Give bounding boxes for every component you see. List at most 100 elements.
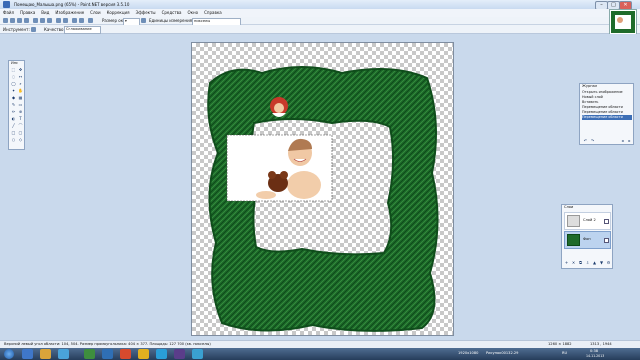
brush-icon[interactable]: ✎ [11, 102, 16, 107]
print-icon[interactable] [24, 18, 29, 23]
deselect-icon[interactable] [63, 18, 68, 23]
delete-layer-icon[interactable]: ✕ [571, 260, 576, 265]
step-back-icon[interactable]: ◂ [620, 138, 625, 143]
zoom-icon[interactable]: ⌕ [18, 81, 23, 86]
clone-icon[interactable]: ⊕ [18, 109, 23, 114]
pan-icon[interactable]: ✋ [18, 88, 23, 93]
undo-history-icon[interactable]: ↶ [583, 138, 588, 143]
paste-icon[interactable] [47, 18, 52, 23]
step-forward-icon[interactable]: ▸ [627, 138, 632, 143]
new-icon[interactable] [3, 18, 8, 23]
menu-window[interactable]: Окно [184, 9, 201, 17]
copy-icon[interactable] [40, 18, 45, 23]
save-icon[interactable] [17, 18, 22, 23]
quality-dropdown[interactable]: Сглаживание [64, 26, 101, 34]
gradient-icon[interactable]: ▦ [18, 95, 23, 100]
magic-wand-icon[interactable]: ✦ [11, 88, 16, 93]
history-item-selected[interactable]: Перемещение области [582, 115, 632, 120]
taskbar-chrome-icon[interactable] [138, 349, 149, 359]
line-icon[interactable]: ╱ [11, 123, 16, 128]
move-selection-icon[interactable]: ✥ [18, 67, 23, 72]
window-title: Помещаю_Малыша.png (65%) - Paint.NET вер… [14, 2, 130, 7]
app-icon [3, 1, 10, 8]
units-label: Единицы измерения: [149, 18, 194, 23]
taskbar-explorer-icon[interactable] [40, 349, 51, 359]
history-panel: Журнал Открыть изображение Новый слой Вс… [579, 83, 634, 145]
lasso-icon[interactable]: ◌ [11, 74, 16, 79]
rectangle-select-icon[interactable]: ⬚ [11, 67, 16, 72]
menu-help[interactable]: Справка [201, 9, 225, 17]
merge-layer-icon[interactable]: ⇩ [585, 260, 590, 265]
menu-layers[interactable]: Слои [87, 9, 103, 17]
add-layer-icon[interactable]: + [564, 260, 569, 265]
menu-adjustments[interactable]: Коррекция [104, 9, 133, 17]
paint-bucket-icon[interactable]: ◆ [11, 95, 16, 100]
redo-icon[interactable] [79, 18, 84, 23]
undo-icon[interactable] [72, 18, 77, 23]
taskbar-word-icon[interactable] [102, 349, 113, 359]
layer-down-icon[interactable]: ▼ [599, 260, 604, 265]
taskbar-player-icon[interactable] [174, 349, 185, 359]
open-icon[interactable] [10, 18, 15, 23]
quality-label: Качество: [44, 27, 65, 32]
menu-effects[interactable]: Эффекты [133, 9, 159, 17]
taskbar: 1920x1080 Рисунок00132.29 RU 0:38 14.11.… [0, 348, 640, 360]
eraser-icon[interactable]: ▭ [18, 102, 23, 107]
grid-icon[interactable] [88, 18, 93, 23]
layer-row-selected[interactable]: Фон [564, 231, 611, 249]
layers-panel-title: Слои [564, 205, 574, 209]
menu-view[interactable]: Вид [38, 9, 52, 17]
image-thumbnail[interactable] [609, 9, 637, 35]
canvas-artwork [207, 66, 439, 332]
rounded-rect-icon[interactable]: ▢ [18, 130, 23, 135]
status-bar: Верхний левый угол области: 104, 504. Ра… [0, 340, 640, 348]
taskbar-torrent-icon[interactable] [84, 349, 95, 359]
tools-panel: Инс ⬚ ✥ ◌ ↔ ◯ ⌕ ✦ ✋ ◆ ▦ ✎ ▭ ✏ ⊕ ◐ T ╱ ⌒ … [8, 60, 25, 150]
menu-image[interactable]: Изображение [52, 9, 87, 17]
taskbar-media-icon[interactable] [58, 349, 69, 359]
cursor-position: 1313 , 1944 [590, 342, 612, 346]
layer-up-icon[interactable]: ▲ [592, 260, 597, 265]
ruler-icon[interactable] [141, 18, 146, 23]
menu-file[interactable]: Файл [0, 9, 17, 17]
menu-edit[interactable]: Правка [17, 9, 38, 17]
taskbar-skype-icon[interactable] [156, 349, 167, 359]
taskbar-item-1[interactable]: 1920x1080 [458, 351, 478, 355]
language-indicator[interactable]: RU [562, 351, 567, 355]
rectangle-icon[interactable]: □ [11, 130, 16, 135]
cut-icon[interactable] [33, 18, 38, 23]
menu-bar: Файл Правка Вид Изображение Слои Коррекция Эфф… [0, 9, 640, 17]
layer-thumbnail [567, 234, 580, 246]
freeform-icon[interactable]: ◇ [18, 137, 23, 142]
taskbar-paintnet-icon[interactable] [192, 349, 203, 359]
title-bar: Помещаю_Малыша.png (65%) - Paint.NET вер… [0, 0, 640, 10]
redo-history-icon[interactable]: ↷ [590, 138, 595, 143]
taskbar-item-2[interactable]: Рисунок00132.29 [486, 351, 518, 355]
move-icon[interactable]: ↔ [18, 74, 23, 79]
pencil-icon[interactable]: ✏ [11, 109, 16, 114]
recolor-icon[interactable]: ◐ [11, 116, 16, 121]
ellipse-icon[interactable]: ○ [11, 137, 16, 142]
duplicate-layer-icon[interactable]: ⧉ [578, 260, 583, 265]
history-panel-title: Журнал [582, 84, 598, 88]
clock-time[interactable]: 0:38 [590, 349, 598, 353]
color-picker-icon[interactable]: ⌒ [18, 123, 23, 128]
menu-tools[interactable]: Средства [159, 9, 185, 17]
clock-date: 14.11.2013 [586, 354, 605, 358]
main-toolbar: Размер окна ▾ Единицы измерения: пикселы [0, 17, 640, 26]
taskbar-ie-icon[interactable] [22, 349, 33, 359]
layer-visibility-checkbox[interactable] [604, 219, 609, 224]
instrument-label: Инструмент: [3, 27, 30, 32]
selection-tool-icon[interactable] [31, 27, 36, 32]
ellipse-select-icon[interactable]: ◯ [11, 81, 16, 86]
crop-icon[interactable] [56, 18, 61, 23]
image-canvas[interactable] [191, 42, 454, 336]
start-button[interactable] [4, 349, 14, 359]
layer-visibility-checkbox[interactable] [604, 238, 609, 243]
layer-name: Слой 2 [583, 218, 596, 222]
text-icon[interactable]: T [18, 116, 23, 121]
tools-panel-title: Инс [11, 61, 19, 65]
layer-properties-icon[interactable]: ⚙ [606, 260, 611, 265]
layer-row[interactable]: Слой 2 [564, 212, 611, 230]
taskbar-opera-icon[interactable] [120, 349, 131, 359]
